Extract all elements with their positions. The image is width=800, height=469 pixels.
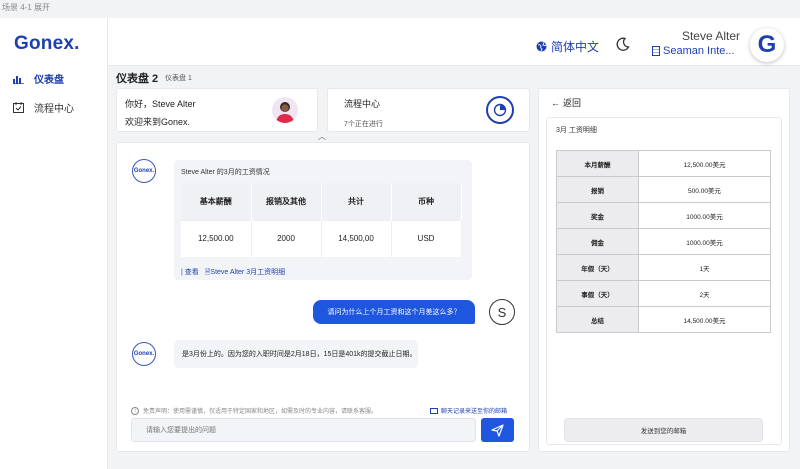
table-row: 事假（天） 2天 — [556, 280, 771, 307]
salary-links: | 查看 🗎Steve Alter 3月工资明细 — [181, 267, 297, 279]
row-key: 佣金 — [556, 228, 639, 255]
welcome-message: 欢迎来到Gonex. — [125, 117, 191, 127]
brand-logo[interactable]: Gonex. — [14, 33, 80, 55]
row-key: 奖金 — [556, 202, 639, 229]
table-cell: 2000 — [251, 219, 322, 257]
arrow-left-icon: ← — [551, 97, 560, 108]
bar-chart-icon — [12, 73, 24, 85]
top-bar: 简体中文 Steve Alter Seaman Inte... G — [108, 18, 800, 66]
sidebar-item-label: 流程中心 — [34, 104, 74, 115]
row-value: 500.00美元 — [638, 176, 771, 203]
user-message: 请问为什么上个月工资和这个月差这么多？ — [313, 300, 475, 324]
table-row: 本月薪酬 12,500.00美元 — [556, 150, 771, 177]
envelope-icon — [430, 407, 438, 414]
bot-avatar: Gonex. — [132, 159, 156, 183]
building-icon — [652, 46, 660, 56]
collapse-chevron-icon[interactable]: ︿ — [318, 131, 326, 142]
flow-center-status: 7个正在进行 — [344, 121, 383, 128]
moon-icon[interactable] — [615, 37, 630, 54]
page-breadcrumb[interactable]: 仪表盘 1 — [165, 73, 192, 83]
detail-title: 3月 工资明细 — [556, 127, 597, 134]
company-name[interactable]: Seaman Inte... — [652, 45, 735, 57]
view-link[interactable]: | 查看 — [181, 267, 199, 279]
sidebar-item-dashboard[interactable]: 仪表盘 — [12, 71, 64, 86]
salary-detail-link[interactable]: 🗎Steve Alter 3月工资明细 — [205, 267, 291, 279]
row-value: 1000.00美元 — [638, 202, 771, 229]
sidebar: Gonex. 仪表盘 流程中心 — [0, 18, 108, 469]
info-icon: i — [131, 406, 139, 415]
user-avatar: S — [489, 299, 515, 325]
person-avatar-icon — [272, 97, 298, 123]
salary-table: 基本薪酬 报销及其他 共计 币种 12,500.00 2000 14,500,0… — [181, 183, 462, 257]
disclaimer: i 免责声明：使用需谨慎，仅适用于特定国家和地区，如需及时的专业内容，请联系客服… — [131, 406, 377, 415]
row-key: 年假（天） — [556, 254, 639, 281]
bot-reply-message: 是3月份上的。因为您的入职时间是2月18日，15日是401k的提交截止日期。 — [174, 340, 418, 368]
table-row: 总结 14,500.00美元 — [556, 306, 771, 333]
user-name: Steve Alter — [681, 29, 740, 43]
back-button[interactable]: ← 返回 — [551, 96, 581, 109]
row-value: 2天 — [638, 280, 771, 307]
sidebar-item-flow-center[interactable]: 流程中心 — [12, 100, 74, 115]
row-value: 1000.00美元 — [638, 228, 771, 255]
calendar-check-icon — [12, 102, 24, 114]
sidebar-item-label: 仪表盘 — [34, 75, 64, 86]
language-switcher[interactable]: 简体中文 — [536, 38, 599, 55]
row-value: 12,500.00美元 — [638, 150, 771, 177]
salary-detail-table: 本月薪酬 12,500.00美元 报销 500.00美元 奖金 1000.00美元 佣… — [556, 150, 771, 333]
language-label: 简体中文 — [551, 40, 600, 54]
table-header: 报销及其他 — [251, 183, 322, 220]
table-row: 佣金 1000.00美元 — [556, 228, 771, 255]
avatar[interactable]: G — [750, 28, 784, 62]
table-header: 币种 — [391, 183, 462, 220]
row-key: 总结 — [556, 306, 639, 333]
table-row: 报销 500.00美元 — [556, 176, 771, 203]
send-to-email-button[interactable]: 发送到您的邮箱 — [564, 418, 763, 442]
send-button[interactable] — [481, 418, 514, 442]
flow-center-card[interactable]: 流程中心 7个正在进行 — [327, 88, 530, 132]
email-log-label: 聊天记录来送至你的邮箱 — [441, 409, 508, 415]
row-value: 14,500.00美元 — [638, 306, 771, 333]
table-cell: USD — [391, 219, 462, 257]
page-title: 仪表盘 2 — [116, 73, 159, 85]
welcome-card: 你好，Steve Alter 欢迎来到Gonex. — [116, 88, 318, 132]
flow-center-title: 流程中心 — [344, 99, 381, 109]
row-key: 本月薪酬 — [556, 150, 639, 177]
salary-message: Steve Alter 的3月的工资情况 基本薪酬 报销及其他 共计 币种 12… — [174, 160, 472, 280]
table-cell: 14,500,00 — [321, 219, 392, 257]
table-row: 年假（天） 1天 — [556, 254, 771, 281]
row-key: 报销 — [556, 176, 639, 203]
company-label: Seaman Inte... — [663, 45, 735, 57]
table-header: 基本薪酬 — [181, 183, 252, 220]
chat-input[interactable] — [131, 418, 476, 442]
table-row: 奖金 1000.00美元 — [556, 202, 771, 229]
table-cell: 12,500.00 — [181, 219, 252, 257]
welcome-greeting: 你好，Steve Alter — [125, 99, 196, 109]
bot-avatar: Gonex. — [132, 342, 156, 366]
disclaimer-text: 免责声明：使用需谨慎，仅适用于特定国家和地区，如需及时的专业内容，请联系客服。 — [143, 409, 378, 415]
table-header: 共计 — [321, 183, 392, 220]
pie-chart-icon — [486, 96, 514, 124]
email-chat-log-link[interactable]: 聊天记录来送至你的邮箱 — [430, 406, 507, 415]
salary-caption: Steve Alter 的3月的工资情况 — [181, 169, 270, 176]
globe-icon — [536, 41, 547, 52]
send-icon — [491, 423, 504, 437]
row-value: 1天 — [638, 254, 771, 281]
row-key: 事假（天） — [556, 280, 639, 307]
back-label: 返回 — [563, 98, 582, 108]
scene-label: 场景 4-1 展开 — [2, 3, 51, 12]
